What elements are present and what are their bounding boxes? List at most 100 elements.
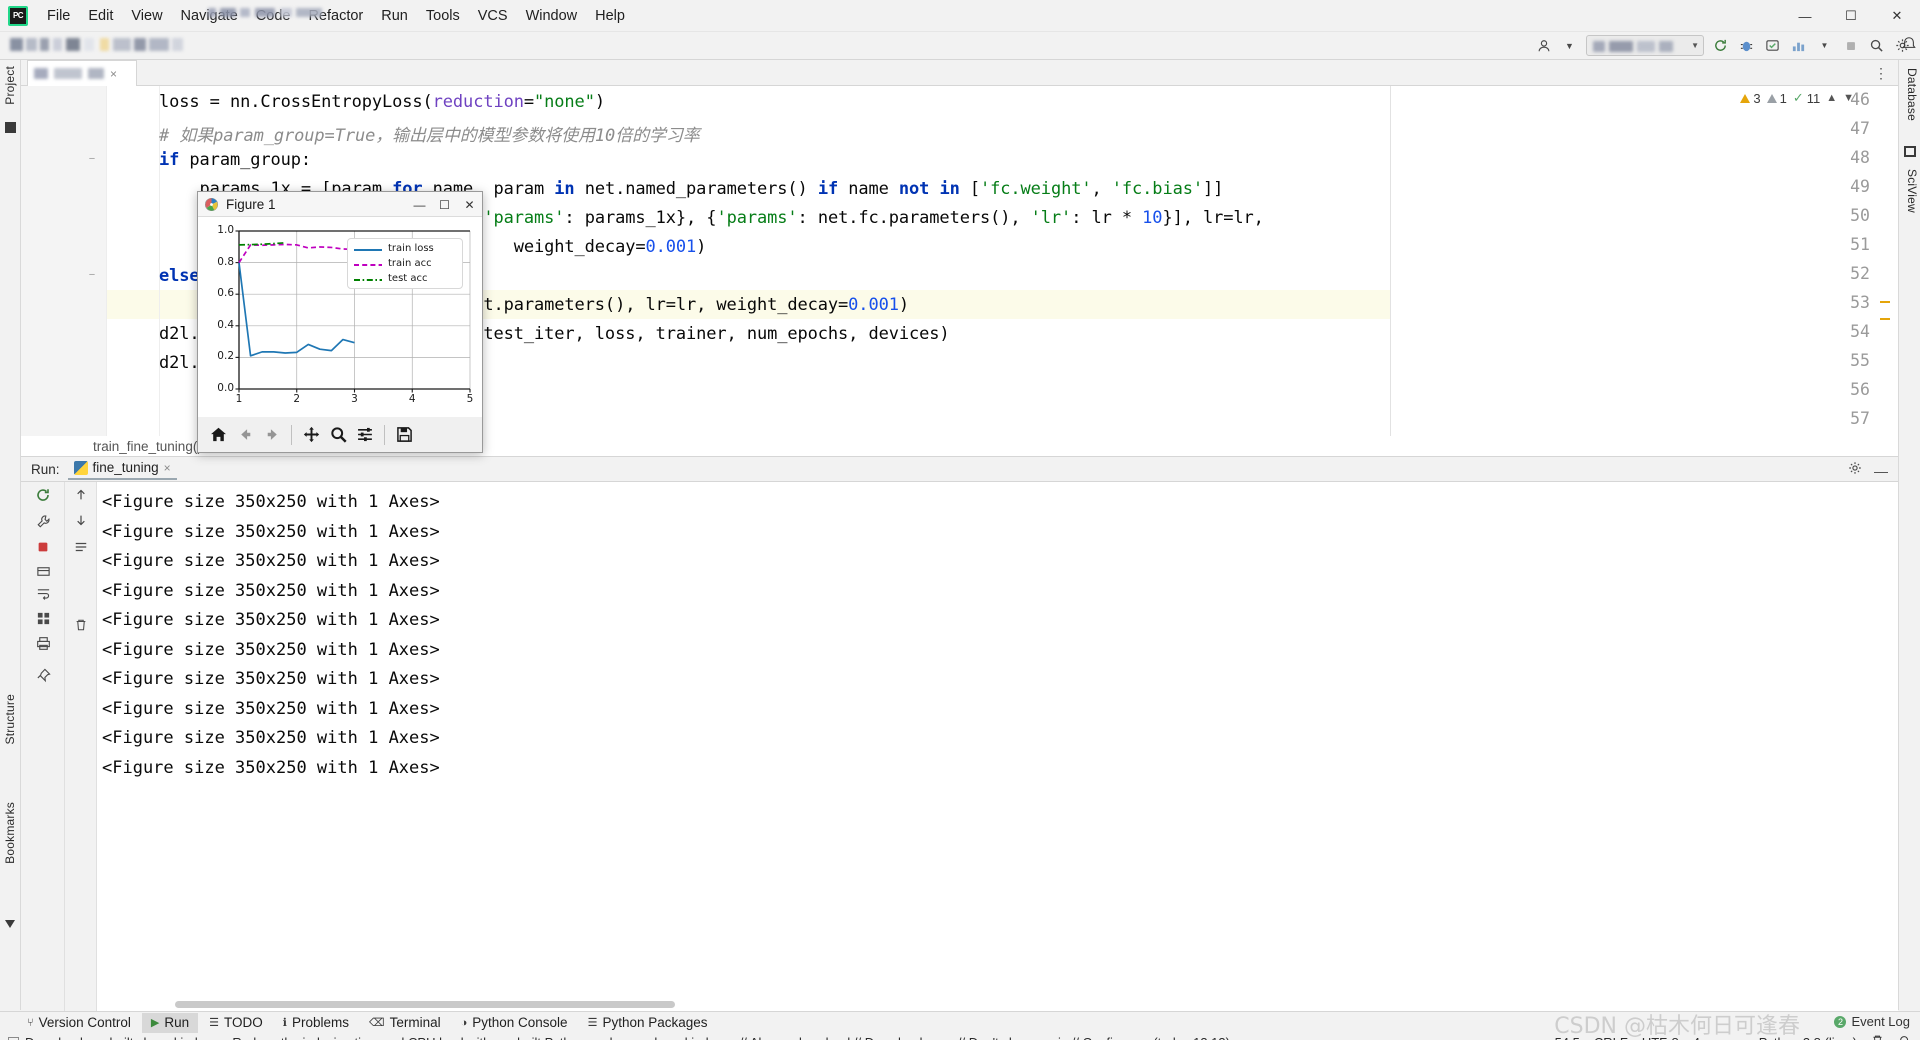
bottom-tab-label: Problems: [291, 1015, 350, 1030]
tab-close-icon[interactable]: ×: [110, 67, 117, 81]
wrap-icon[interactable]: [72, 538, 90, 556]
line-separator[interactable]: CRLF: [1594, 1035, 1628, 1040]
back-arrow-icon[interactable]: [233, 423, 257, 447]
bottom-tab-problems[interactable]: ℹ Problems: [274, 1013, 358, 1033]
bottom-tab-run[interactable]: ▶ Run: [141, 1012, 199, 1033]
debug-icon[interactable]: [1737, 36, 1756, 55]
collapse-icon[interactable]: [5, 920, 15, 928]
trash-icon[interactable]: [72, 616, 90, 634]
minimize-button[interactable]: —: [1782, 0, 1828, 32]
scroll-down-icon[interactable]: [72, 511, 90, 529]
inspection-widget[interactable]: 3 1 ✓ 11 ▲ ▼: [1740, 90, 1854, 106]
toolbar-right-group: ▼ ▼ ▼: [1534, 35, 1912, 56]
bottom-tab-python-packages[interactable]: ☰ Python Packages: [579, 1013, 717, 1033]
minimize-icon[interactable]: —: [1874, 464, 1888, 478]
figure-maximize-button[interactable]: ☐: [432, 192, 457, 217]
matplotlib-figure-window[interactable]: Figure 1 — ☐ ✕ 0.0 0.2 0.4 0.6 0.8 1.0 1 2 3 4 5 t…: [197, 191, 483, 453]
bottom-tab-version-control[interactable]: ⑂ Version Control: [18, 1013, 140, 1033]
inspection-icon[interactable]: [1898, 1034, 1912, 1040]
rerun-icon[interactable]: [1711, 36, 1730, 55]
chevron-down-icon[interactable]: ▼: [1560, 36, 1579, 55]
database-grid-icon[interactable]: [1904, 146, 1916, 157]
forward-arrow-icon[interactable]: [260, 423, 284, 447]
grid-icon[interactable]: [34, 609, 52, 627]
sidebar-item-project[interactable]: Project: [0, 62, 21, 109]
warnings-count[interactable]: 3: [1740, 91, 1761, 106]
rerun-icon[interactable]: [34, 486, 52, 504]
status-checkbox-icon[interactable]: [8, 1036, 19, 1040]
bottom-tab-terminal[interactable]: ⌫ Terminal: [360, 1013, 450, 1033]
coverage-icon[interactable]: [1763, 36, 1782, 55]
menu-item-tools[interactable]: Tools: [417, 4, 469, 28]
menu-item-help[interactable]: Help: [586, 4, 634, 28]
prev-problem-icon[interactable]: ▲: [1826, 92, 1837, 104]
code-line[interactable]: # 如果param_group=True，输出层中的模型参数将使用10倍的学习率: [159, 121, 700, 146]
error-stripe-mark[interactable]: [1880, 301, 1890, 303]
next-problem-icon[interactable]: ▼: [1843, 92, 1854, 104]
bottom-tab-todo[interactable]: ☰ TODO: [200, 1013, 272, 1033]
typos-count[interactable]: ✓ 11: [1793, 90, 1820, 106]
event-log-area[interactable]: 2 Event Log: [1834, 1014, 1910, 1029]
menu-item-view[interactable]: View: [122, 4, 171, 28]
status-message[interactable]: Download pre-built shared indexes: Reduc…: [25, 1035, 1230, 1040]
user-icon[interactable]: [1534, 36, 1553, 55]
run-tab-fine-tuning[interactable]: fine_tuning ×: [67, 458, 177, 480]
soft-wrap-icon[interactable]: [34, 584, 52, 602]
run-console-output[interactable]: <Figure size 350x250 with 1 Axes> <Figure…: [97, 482, 1898, 1011]
sidebar-item-bookmarks[interactable]: Bookmarks: [0, 798, 21, 868]
trash-icon[interactable]: [1871, 1034, 1884, 1040]
project-collapse-icon[interactable]: [5, 122, 16, 133]
menu-item-window[interactable]: Window: [517, 4, 587, 28]
figure-title-bar[interactable]: Figure 1 — ☐ ✕: [198, 192, 482, 217]
sidebar-item-sciview[interactable]: SciView: [1901, 165, 1920, 217]
gear-icon[interactable]: [1848, 461, 1862, 480]
indent-setting[interactable]: 4 spaces: [1693, 1035, 1745, 1040]
run-configuration-selector[interactable]: ▼: [1586, 35, 1704, 56]
pin-icon[interactable]: [34, 666, 52, 684]
horizontal-scrollbar[interactable]: [175, 1001, 675, 1008]
weak-warnings-count[interactable]: 1: [1766, 91, 1787, 106]
figure-close-button[interactable]: ✕: [457, 192, 482, 217]
restore-layout-icon[interactable]: [34, 562, 52, 580]
figure-canvas[interactable]: 0.0 0.2 0.4 0.6 0.8 1.0 1 2 3 4 5 train loss train …: [198, 217, 482, 417]
print-icon[interactable]: [34, 634, 52, 652]
stop-icon[interactable]: [1841, 36, 1860, 55]
file-encoding[interactable]: UTF-8: [1642, 1035, 1679, 1040]
code-fold-toggle[interactable]: −: [85, 269, 99, 283]
notification-icon[interactable]: [1902, 36, 1916, 50]
code-line[interactable]: loss = nn.CrossEntropyLoss(reduction="no…: [159, 92, 605, 112]
home-icon[interactable]: [206, 423, 230, 447]
close-button[interactable]: ✕: [1874, 0, 1920, 32]
save-icon[interactable]: [392, 423, 416, 447]
run-tab-close-icon[interactable]: ×: [164, 461, 171, 475]
zoom-rect-icon[interactable]: [326, 423, 350, 447]
editor-tab[interactable]: ×: [27, 60, 137, 86]
sidebar-item-database[interactable]: Database: [1901, 64, 1920, 125]
error-stripe-mark[interactable]: [1880, 318, 1890, 320]
breadcrumb-label: train_fine_tuning(): [93, 438, 202, 454]
sidebar-item-structure[interactable]: Structure: [0, 690, 21, 749]
editor-right-edge: [1390, 86, 1391, 456]
pan-icon[interactable]: [299, 423, 323, 447]
menu-item-file[interactable]: File: [38, 4, 79, 28]
profile-icon[interactable]: [1789, 36, 1808, 55]
bottom-tab-python-console[interactable]: ◑ Python Console: [452, 1013, 577, 1033]
caret-position[interactable]: 54:5: [1555, 1035, 1580, 1040]
subplots-config-icon[interactable]: [353, 423, 377, 447]
figure-minimize-button[interactable]: —: [407, 192, 432, 217]
chevron-down-icon[interactable]: ▼: [1815, 36, 1834, 55]
menu-item-vcs[interactable]: VCS: [469, 4, 517, 28]
warning-triangle-icon: [1740, 93, 1751, 103]
maximize-button[interactable]: ☐: [1828, 0, 1874, 32]
scroll-up-icon[interactable]: [72, 486, 90, 504]
menu-item-run[interactable]: Run: [372, 4, 417, 28]
python-interpreter[interactable]: Python 3.8 (limu): [1759, 1035, 1857, 1040]
code-fold-toggle[interactable]: −: [85, 153, 99, 167]
menu-item-edit[interactable]: Edit: [79, 4, 122, 28]
stop-icon[interactable]: [34, 538, 52, 556]
search-icon[interactable]: [1867, 36, 1886, 55]
editor-tab-options-icon[interactable]: ⋮: [1874, 65, 1890, 82]
code-line[interactable]: if param_group:: [159, 150, 311, 170]
wrench-icon[interactable]: [34, 512, 52, 530]
figure-title: Figure 1: [226, 196, 276, 212]
